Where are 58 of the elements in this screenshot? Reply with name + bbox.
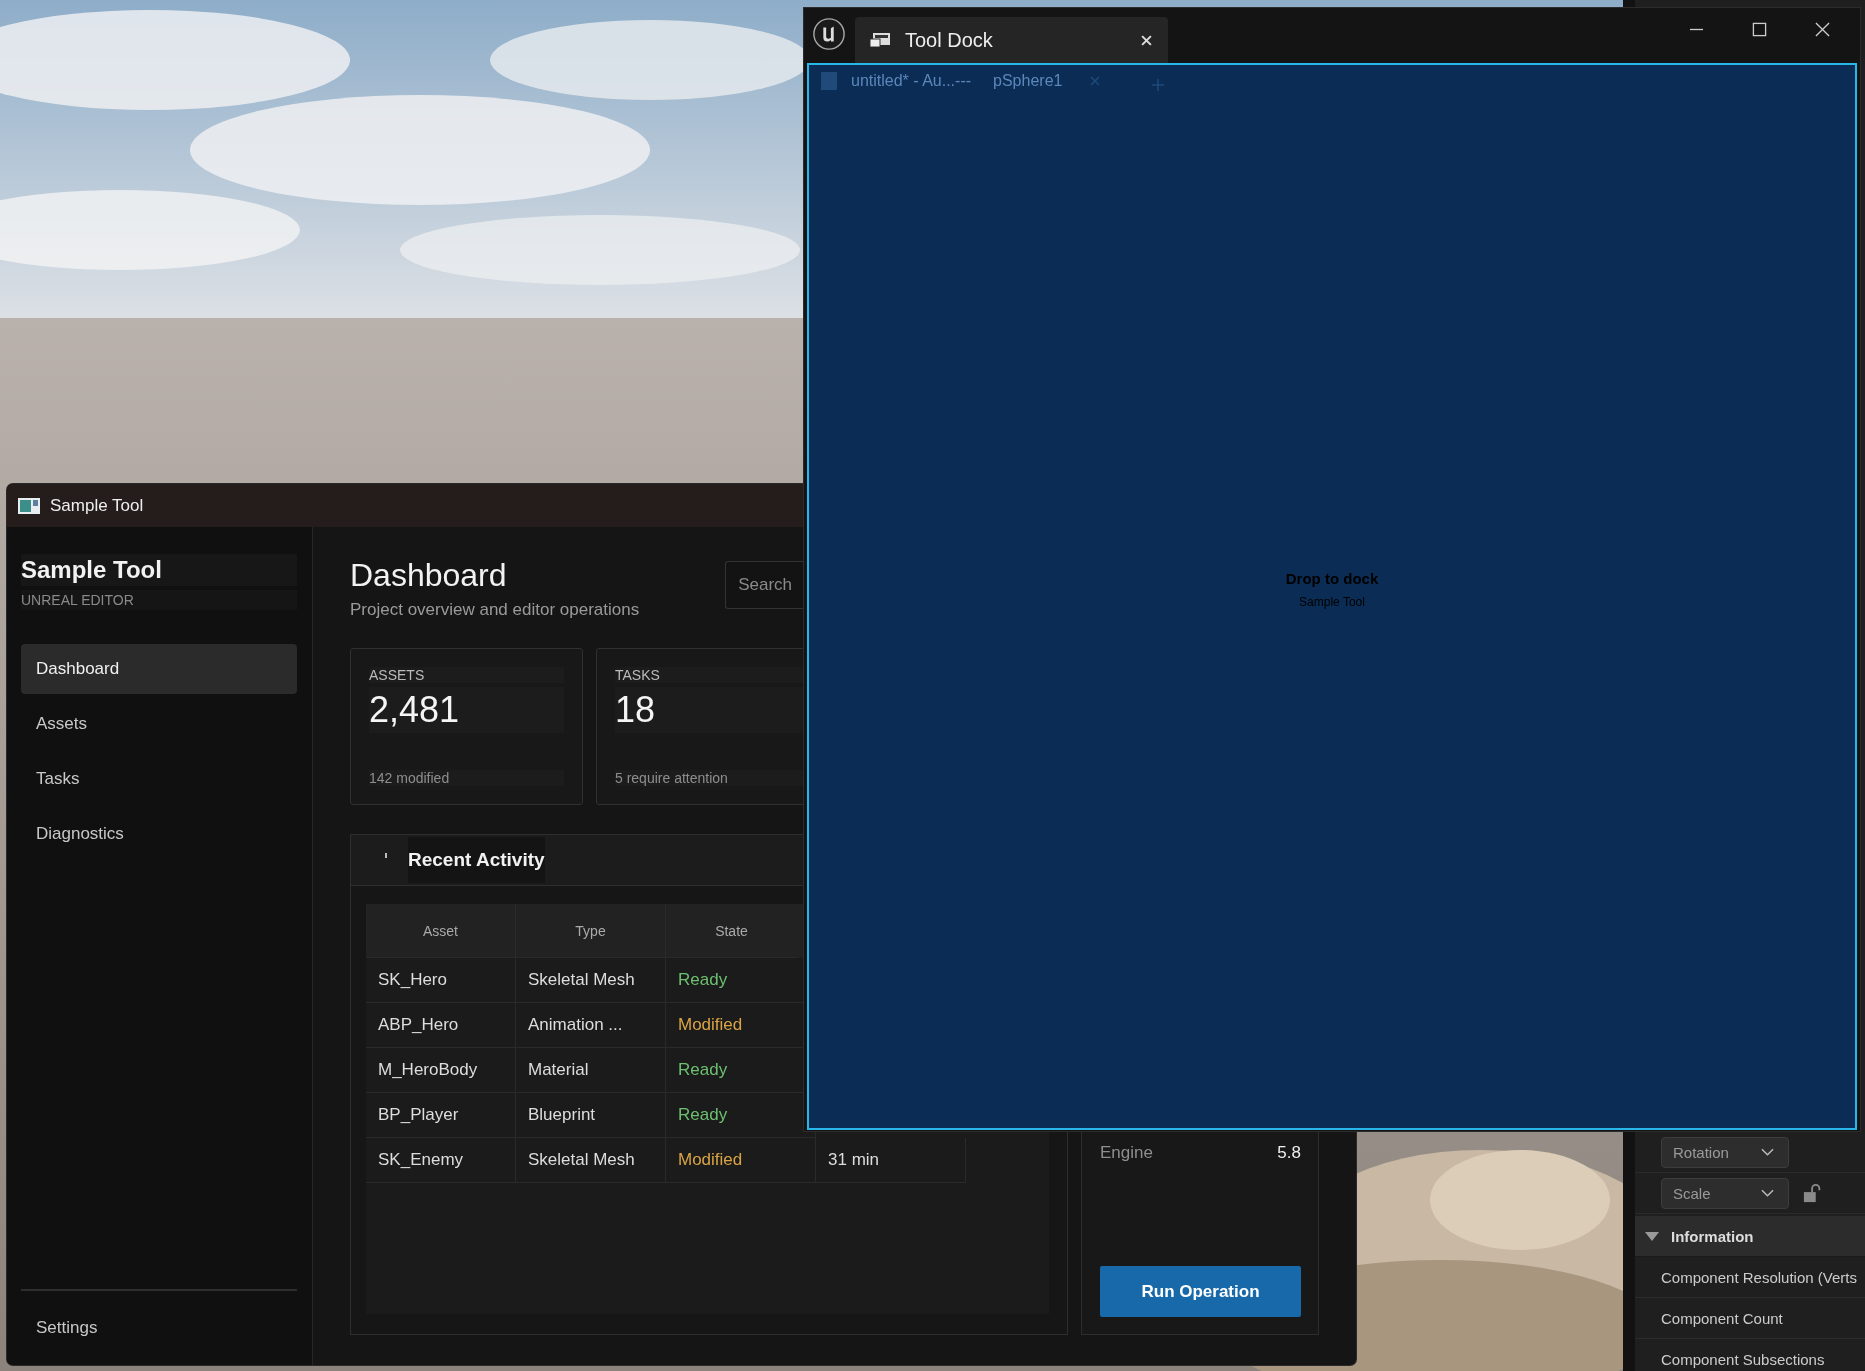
nav-item[interactable]: Tasks	[21, 754, 297, 804]
property-label: Component Count	[1661, 1309, 1783, 1327]
table-cell: SK_Hero	[366, 958, 516, 1003]
logo-icon	[812, 17, 846, 51]
window-icon	[18, 497, 40, 514]
table-cell: Skeletal Mesh	[516, 1138, 666, 1183]
info-label: Engine	[1100, 1143, 1153, 1163]
window-title: Sample Tool	[50, 495, 144, 516]
table-cell: SK_Enemy	[366, 1138, 516, 1183]
column-header[interactable]: Asset	[366, 904, 516, 958]
close-icon[interactable]	[1815, 22, 1830, 37]
info-value: 5.8	[1277, 1143, 1301, 1163]
close-icon[interactable]	[1141, 34, 1152, 46]
stat-label: ASSETS	[369, 667, 564, 683]
nav-item[interactable]: Assets	[21, 699, 297, 749]
app-name: Sample Tool	[21, 554, 297, 586]
page-title: Dashboard	[350, 557, 508, 594]
chevron-down-icon	[1761, 1189, 1774, 1197]
ghost-tab-object: pSphere1	[993, 72, 1063, 90]
property-label: Component Resolution (Verts	[1661, 1268, 1857, 1286]
nav-item[interactable]: Dashboard	[21, 644, 297, 694]
table-cell: 31 min	[816, 1138, 966, 1183]
table-cell: Skeletal Mesh	[516, 958, 666, 1003]
table-cell: M_HeroBody	[366, 1048, 516, 1093]
dropdown[interactable]: Rotation	[1661, 1136, 1789, 1168]
table-cell: Blueprint	[516, 1093, 666, 1138]
run-operation-button[interactable]: Run Operation	[1100, 1266, 1301, 1317]
plus-icon	[1152, 79, 1165, 91]
caret-icon[interactable]	[385, 853, 388, 859]
document-icon	[821, 72, 837, 90]
drop-hint: Drop to dock	[1285, 570, 1379, 587]
table-cell: Animation ...	[516, 1003, 666, 1048]
close-icon	[1090, 76, 1101, 86]
settings-nav-item[interactable]: Settings	[21, 1303, 297, 1353]
ghost-tab-title: untitled* - Au...---	[851, 72, 972, 90]
unlocked-padlock-icon[interactable]	[1803, 1183, 1823, 1203]
section-header[interactable]: Information	[1635, 1216, 1865, 1257]
chevron-down-icon	[1761, 1148, 1774, 1156]
stat-value: 2,481	[369, 687, 564, 733]
column-header[interactable]: Type	[516, 904, 666, 958]
stat-note: 142 modified	[369, 770, 564, 786]
section-title: Information	[1671, 1227, 1754, 1245]
panel-title: Recent Activity	[408, 837, 545, 883]
tab[interactable]: Tool Dock	[855, 17, 1168, 63]
window-icon	[870, 33, 890, 47]
search-field[interactable]: Search	[725, 561, 806, 609]
maximize-icon[interactable]	[1752, 22, 1767, 37]
table-cell: Material	[516, 1048, 666, 1093]
drop-source: Sample Tool	[1299, 595, 1365, 609]
page-subtitle: Project overview and editor operations	[350, 600, 640, 620]
status-cell: Modified	[666, 1138, 816, 1183]
dropdown[interactable]: Scale	[1661, 1177, 1789, 1209]
nav-item[interactable]: Diagnostics	[21, 809, 297, 859]
property-label: Component Subsections	[1661, 1350, 1825, 1368]
column-header[interactable]: State	[666, 904, 797, 958]
app-subtitle: UNREAL EDITOR	[21, 590, 297, 610]
table-cell: ABP_Hero	[366, 1003, 516, 1048]
table-cell: BP_Player	[366, 1093, 516, 1138]
